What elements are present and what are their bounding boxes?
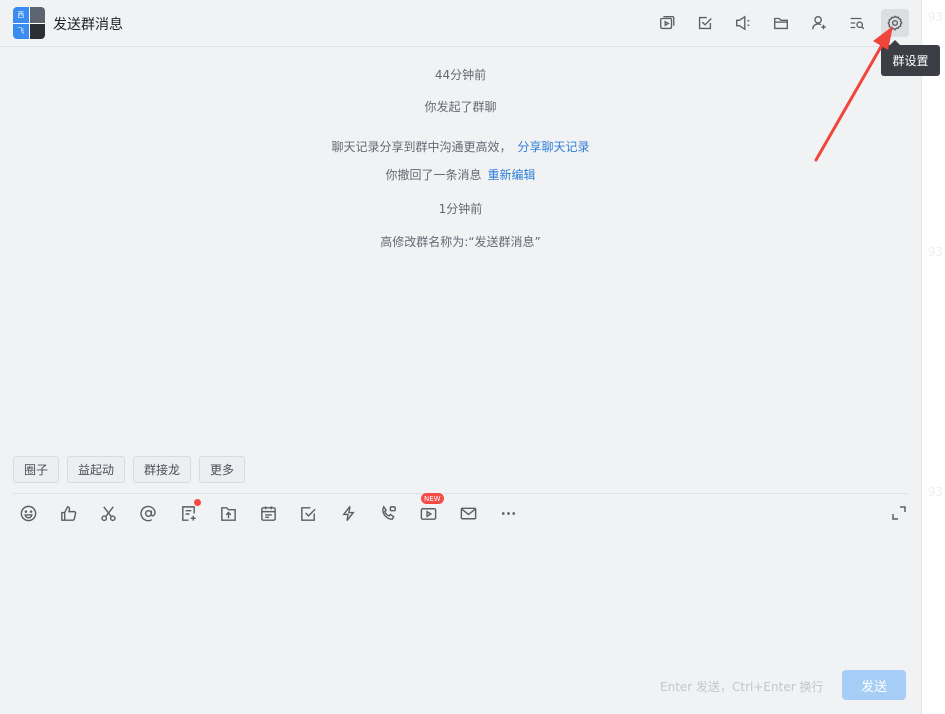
task-check-icon[interactable] bbox=[296, 501, 320, 525]
right-edge-panel: 93 93 93 bbox=[921, 0, 945, 714]
chip-circle[interactable]: 圈子 bbox=[13, 456, 60, 483]
expand-icon[interactable] bbox=[889, 503, 909, 523]
share-history-link[interactable]: 分享聊天记录 bbox=[518, 140, 590, 154]
system-message: 你撤回了一条消息 重新编辑 bbox=[0, 166, 921, 183]
scissors-icon[interactable] bbox=[96, 501, 120, 525]
live-video-icon[interactable]: NEW bbox=[416, 493, 444, 525]
timestamp: 1分钟前 bbox=[438, 202, 483, 216]
todo-check-icon[interactable] bbox=[691, 9, 719, 37]
recall-text: 你撤回了一条消息 bbox=[385, 168, 482, 182]
announcement-icon[interactable] bbox=[729, 9, 757, 37]
avatar-tile: 西 bbox=[13, 7, 29, 23]
faded-text: 93 bbox=[927, 245, 943, 259]
mail-icon[interactable] bbox=[456, 501, 480, 525]
faded-text: 93 bbox=[927, 485, 943, 499]
settings-gear-icon[interactable] bbox=[881, 9, 909, 37]
system-message: 高修改群名称为:“发送群消息” bbox=[380, 235, 541, 249]
group-avatar[interactable]: 西 飞 bbox=[13, 7, 45, 39]
upload-folder-icon[interactable] bbox=[216, 501, 240, 525]
system-message: 你发起了群聊 bbox=[424, 100, 497, 114]
search-history-icon[interactable] bbox=[843, 9, 871, 37]
add-member-icon[interactable] bbox=[805, 9, 833, 37]
timestamp: 44分钟前 bbox=[434, 68, 487, 82]
chat-header: 西 飞 发送群消息 bbox=[0, 0, 921, 47]
system-message: 聊天记录分享到群中沟通更高效， 分享聊天记录 bbox=[0, 138, 921, 155]
input-hint: Enter 发送，Ctrl+Enter 换行 bbox=[660, 680, 824, 694]
notification-dot bbox=[194, 499, 201, 506]
more-icon[interactable] bbox=[496, 501, 520, 525]
chip-more[interactable]: 更多 bbox=[199, 456, 246, 483]
phone-call-icon[interactable] bbox=[376, 501, 400, 525]
at-icon[interactable] bbox=[136, 501, 160, 525]
emoji-icon[interactable] bbox=[16, 501, 40, 525]
header-toolbar bbox=[653, 9, 909, 37]
send-button[interactable]: 发送 bbox=[842, 670, 906, 700]
folder-icon[interactable] bbox=[767, 9, 795, 37]
new-badge: NEW bbox=[421, 493, 444, 504]
lightning-icon[interactable] bbox=[336, 501, 360, 525]
share-tip-text: 聊天记录分享到群中沟通更高效， bbox=[331, 140, 512, 154]
avatar-tile: 飞 bbox=[13, 23, 29, 39]
chip-charity[interactable]: 益起动 bbox=[67, 456, 126, 483]
input-toolbar: NEW bbox=[16, 493, 520, 525]
re-edit-link[interactable]: 重新编辑 bbox=[488, 168, 536, 182]
chip-group-relay[interactable]: 群接龙 bbox=[133, 456, 192, 483]
avatar-tile bbox=[29, 7, 45, 23]
group-title[interactable]: 发送群消息 bbox=[53, 14, 123, 34]
video-window-icon[interactable] bbox=[653, 9, 681, 37]
avatar-tile bbox=[29, 23, 45, 39]
calendar-icon[interactable] bbox=[256, 501, 280, 525]
doc-add-icon[interactable] bbox=[176, 499, 201, 525]
quick-actions: 圈子 益起动 群接龙 更多 bbox=[13, 456, 246, 483]
faded-text: 93 bbox=[927, 10, 943, 24]
input-divider bbox=[13, 493, 908, 494]
thumbs-up-icon[interactable] bbox=[56, 501, 80, 525]
